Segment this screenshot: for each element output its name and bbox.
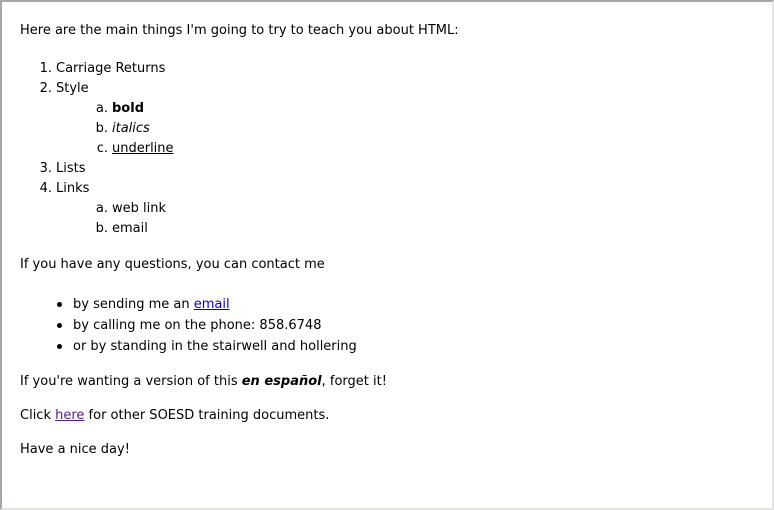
page-content: Here are the main things I'm going to tr…	[20, 22, 760, 459]
topic-label: Lists	[56, 161, 86, 176]
bullet-icon	[57, 323, 62, 328]
contact-list: by sending me an email by calling me on …	[20, 294, 760, 357]
style-sublist: a. bold b. italics c. underline	[56, 99, 760, 159]
sub-label: email	[112, 221, 148, 236]
contact-stairwell-text: or by standing in the stairwell and holl…	[73, 339, 357, 354]
list-letter: b.	[95, 221, 108, 236]
here-link[interactable]: here	[55, 408, 84, 423]
list-number: 3.	[39, 161, 52, 176]
sub-label: web link	[112, 201, 167, 216]
click-suffix: for other SOESD training documents.	[84, 408, 330, 423]
spanish-emphasis: en español	[241, 374, 322, 389]
bold-example: bold	[112, 101, 144, 116]
list-letter: a.	[95, 101, 108, 116]
links-item-email: b. email	[96, 219, 760, 239]
contact-item-phone: by calling me on the phone: 858.6748	[57, 315, 760, 336]
topic-item-style: 2. Style a. bold b. italics c. underline	[40, 79, 760, 159]
contact-item-stairwell: or by standing in the stairwell and holl…	[57, 336, 760, 357]
style-item-italics: b. italics	[96, 119, 760, 139]
list-number: 4.	[39, 181, 52, 196]
spanish-prefix: If you're wanting a version of this	[20, 374, 242, 389]
topic-item-carriage-returns: 1. Carriage Returns	[40, 59, 760, 79]
email-link[interactable]: email	[194, 297, 230, 312]
bullet-icon	[57, 344, 62, 349]
topic-label: Style	[56, 81, 89, 96]
topic-item-links: 4. Links a. web link b. email	[40, 179, 760, 239]
links-sublist: a. web link b. email	[56, 199, 760, 239]
list-letter: b.	[95, 121, 108, 136]
list-number: 2.	[39, 81, 52, 96]
contact-phone-text: by calling me on the phone: 858.6748	[73, 318, 322, 333]
click-prefix: Click	[20, 408, 56, 423]
contact-email-text: by sending me an	[73, 297, 194, 312]
style-item-bold: a. bold	[96, 99, 760, 119]
intro-paragraph: Here are the main things I'm going to tr…	[20, 23, 459, 38]
spanish-paragraph: If you're wanting a version of this en e…	[20, 373, 760, 391]
topic-label: Links	[56, 181, 90, 196]
topics-list: 1. Carriage Returns 2. Style a. bold b. …	[20, 59, 760, 239]
style-item-underline: c. underline	[97, 139, 760, 159]
list-number: 1.	[39, 61, 52, 76]
contact-intro: If you have any questions, you can conta…	[20, 257, 325, 272]
click-paragraph: Click here for other SOESD training docu…	[20, 407, 760, 425]
spanish-suffix: , forget it!	[321, 374, 387, 389]
underline-example: underline	[112, 141, 174, 156]
contact-item-email: by sending me an email	[57, 294, 760, 315]
closing-paragraph: Have a nice day!	[20, 442, 130, 457]
bullet-icon	[57, 302, 62, 307]
topic-label: Carriage Returns	[56, 61, 166, 76]
links-item-web-link: a. web link	[96, 199, 760, 219]
list-letter: c.	[96, 141, 108, 156]
topic-item-lists: 3. Lists	[40, 159, 760, 179]
list-letter: a.	[95, 201, 108, 216]
italics-example: italics	[112, 121, 150, 136]
